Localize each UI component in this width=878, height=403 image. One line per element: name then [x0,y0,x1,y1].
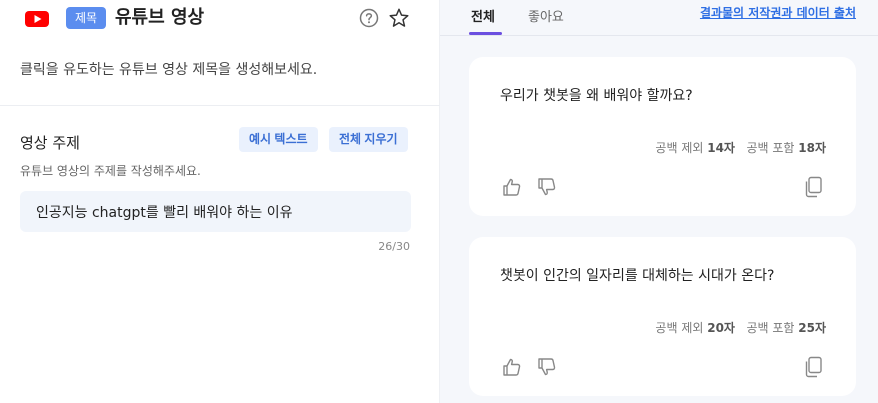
header: 제목 유튜브 영상 [0,0,440,38]
tabs-divider [440,35,878,36]
result-text[interactable]: 챗봇이 인간의 일자리를 대체하는 시대가 온다? [500,266,774,286]
result-card: 챗봇이 인간의 일자리를 대체하는 시대가 온다? 공백 제외 20자 공백 포… [469,237,856,396]
result-card: 우리가 챗봇을 왜 배워야 할까요? 공백 제외 14자 공백 포함 18자 [469,57,856,216]
category-badge: 제목 [66,7,107,29]
stat-with-space-label: 공백 포함 [746,141,795,155]
char-count: 26/30 [378,240,410,253]
example-text-button[interactable]: 예시 텍스트 [239,127,318,152]
favorite-star-icon[interactable] [388,7,410,29]
help-icon[interactable] [359,8,379,28]
tab-liked[interactable]: 좋아요 [528,8,564,28]
tool-description: 클릭을 유도하는 유튜브 영상 제목을 생성해보세요. [20,62,318,78]
stat-with-space-label: 공백 포함 [746,321,795,335]
results-tabs: 전체 좋아요 결과물의 저작권과 데이터 출처 [440,0,878,36]
thumbs-down-icon[interactable] [537,177,557,197]
char-stats: 공백 제외 14자 공백 포함 18자 [655,139,826,157]
stat-with-space-value: 25자 [798,321,826,335]
copy-icon[interactable] [803,176,823,198]
stat-with-space-value: 18자 [798,141,826,155]
copy-icon[interactable] [803,356,823,378]
page-title: 유튜브 영상 [115,7,205,28]
youtube-logo-icon [25,11,49,27]
topic-input[interactable] [20,191,411,232]
thumbs-down-icon[interactable] [537,357,557,377]
result-text[interactable]: 우리가 챗봇을 왜 배워야 할까요? [500,86,693,106]
topic-label: 영상 주제 [20,134,80,152]
results-panel: 전체 좋아요 결과물의 저작권과 데이터 출처 우리가 챗봇을 왜 배워야 할까… [440,0,878,403]
stat-no-space-value: 14자 [707,141,735,155]
divider [0,105,440,106]
char-stats: 공백 제외 20자 공백 포함 25자 [655,319,826,337]
copyright-source-link[interactable]: 결과물의 저작권과 데이터 출처 [700,4,856,22]
stat-no-space-label: 공백 제외 [655,321,704,335]
stat-no-space-label: 공백 제외 [655,141,704,155]
thumbs-up-icon[interactable] [502,357,522,377]
thumbs-up-icon[interactable] [502,177,522,197]
generator-panel: 제목 유튜브 영상 클릭을 유도하는 유튜브 영상 제목을 생성해보세요. 영상… [0,0,440,403]
topic-hint: 유튜브 영상의 주제를 작성해주세요. [20,164,201,178]
clear-all-button[interactable]: 전체 지우기 [329,127,408,152]
stat-no-space-value: 20자 [707,321,735,335]
tab-all[interactable]: 전체 [471,8,495,28]
